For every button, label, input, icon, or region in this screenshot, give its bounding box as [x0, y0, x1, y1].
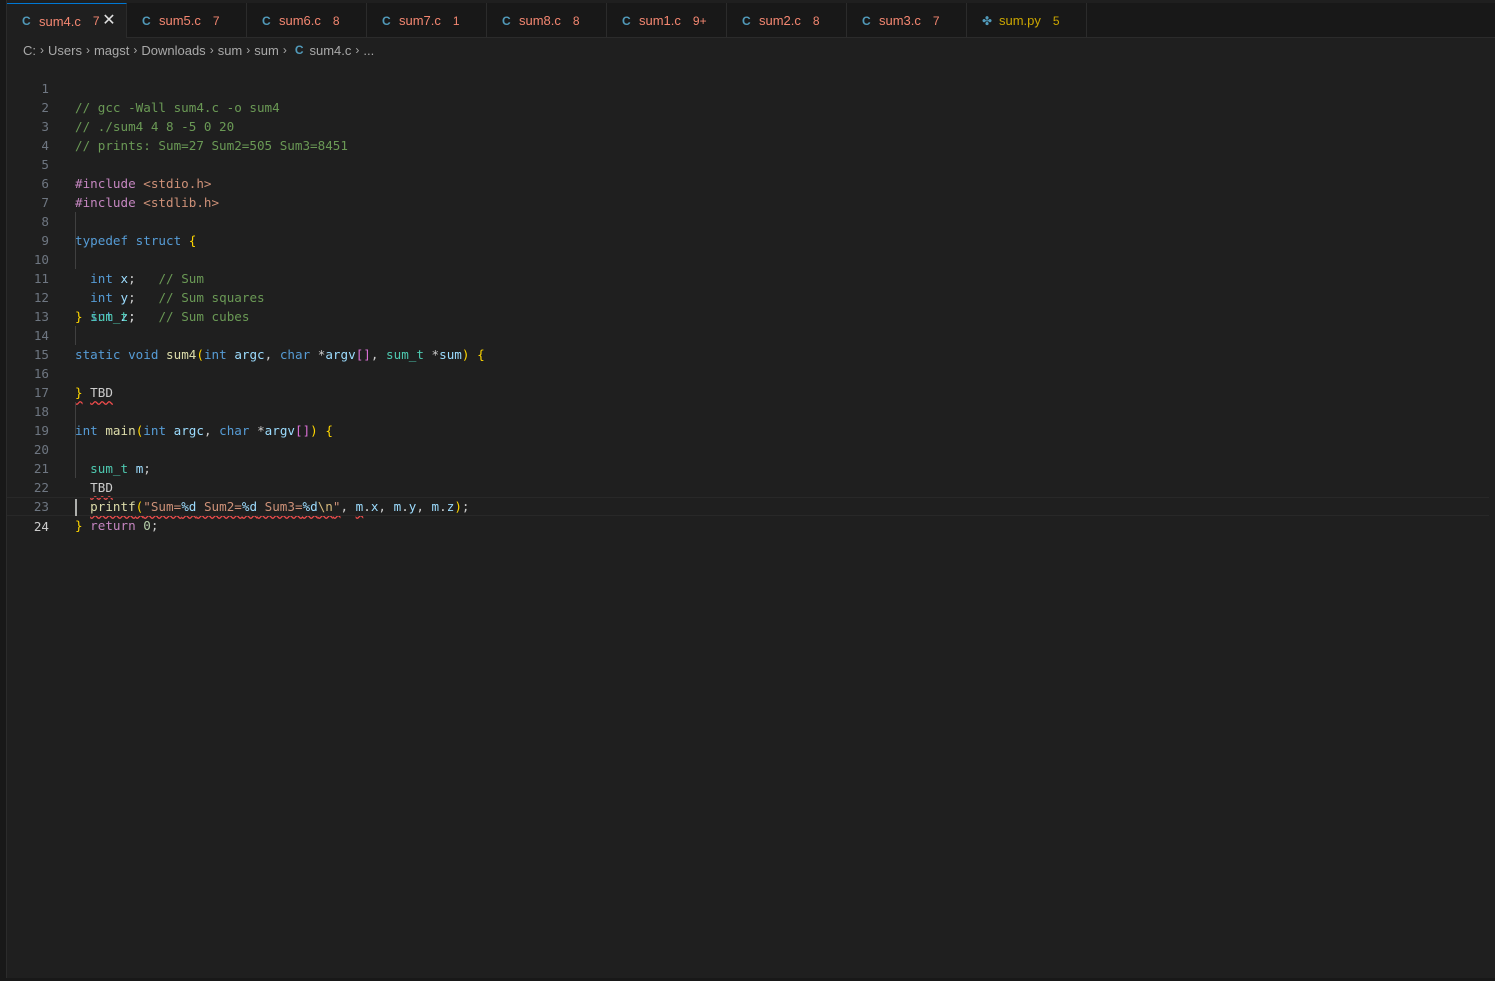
code-line-20: 20 TBD	[7, 421, 1489, 495]
code-line-9: 9 int x; // Sum	[7, 212, 1489, 286]
python-icon: ✤	[982, 13, 993, 28]
indent-guide	[75, 326, 76, 345]
brace: }	[75, 518, 83, 533]
breadcrumb-sum[interactable]: sum	[218, 43, 243, 58]
editor-tab-bar: C sum4.c 7 ✕ C sum5.c 7 C sum6.c 8 C sum…	[7, 3, 1495, 38]
indent-guide	[75, 402, 76, 421]
chevron-right-icon: ›	[246, 43, 251, 57]
code-line-11: 11 int z; // Sum cubes	[7, 250, 1489, 324]
tab-sum1-c[interactable]: C sum1.c 9+	[607, 3, 727, 38]
indent-guide	[75, 440, 76, 459]
breadcrumb-drive[interactable]: C:	[23, 43, 36, 58]
code-line-2: 2 // ./sum4 4 8 -5 0 20	[7, 79, 1489, 134]
problem-count: 7	[92, 14, 100, 28]
tab-sum3-c[interactable]: C sum3.c 7	[847, 3, 967, 38]
code-line-1: 1 // gcc -Wall sum4.c -o sum4	[7, 60, 1489, 115]
breadcrumb-magst[interactable]: magst	[94, 43, 129, 58]
code-line-10: 10 int y; // Sum squares	[7, 231, 1489, 305]
chevron-right-icon: ›	[355, 43, 360, 57]
code-line-7: 7	[7, 174, 1489, 210]
c-file-icon: C	[742, 13, 751, 28]
indent-guide	[75, 459, 76, 478]
close-icon[interactable]: ✕	[100, 12, 118, 30]
vscode-window: C sum4.c 7 ✕ C sum5.c 7 C sum6.c 8 C sum…	[0, 0, 1495, 981]
code-line-24-current: 24	[7, 497, 1489, 534]
code-line-21: 21 printf("Sum=%d Sum2=%d Sum3=%d\n", m.…	[7, 440, 1489, 514]
code-editor[interactable]: 1 // gcc -Wall sum4.c -o sum4 2 // ./sum…	[7, 60, 1489, 980]
tab-label: sum.py	[999, 13, 1041, 28]
tab-sum4-c[interactable]: C sum4.c 7 ✕	[7, 3, 127, 38]
chevron-right-icon: ›	[85, 43, 90, 57]
c-file-icon: C	[382, 13, 391, 28]
c-file-icon: C	[502, 13, 511, 28]
code-line-23: 23 }	[7, 478, 1489, 533]
breadcrumb-sum-sub[interactable]: sum	[254, 43, 279, 58]
c-file-icon: C	[142, 13, 151, 28]
c-file-icon: C	[622, 13, 631, 28]
breadcrumb-more[interactable]: ...	[363, 43, 374, 58]
breadcrumb-users[interactable]: Users	[48, 43, 82, 58]
code-line-17: 17	[7, 364, 1489, 400]
tab-sum5-c[interactable]: C sum5.c 7	[127, 3, 247, 38]
problem-count: 1	[452, 13, 460, 28]
problem-count: 9+	[692, 13, 707, 28]
c-file-icon: C	[22, 14, 31, 28]
problem-count: 8	[812, 13, 820, 28]
number: 0	[143, 518, 151, 533]
code-line-6: 6 #include <stdlib.h>	[7, 155, 1489, 210]
tab-label: sum2.c	[759, 13, 801, 28]
chevron-right-icon: ›	[209, 43, 214, 57]
tab-sum6-c[interactable]: C sum6.c 8	[247, 3, 367, 38]
tab-sum2-c[interactable]: C sum2.c 8	[727, 3, 847, 38]
tab-label: sum1.c	[639, 13, 681, 28]
chevron-right-icon: ›	[282, 43, 287, 57]
tab-label: sum3.c	[879, 13, 921, 28]
tab-sum8-c[interactable]: C sum8.c 8	[487, 3, 607, 38]
tab-label: sum8.c	[519, 13, 561, 28]
tab-label: sum4.c	[39, 13, 81, 29]
code-line-12: 12 } sum_t;	[7, 269, 1489, 324]
code-line-5: 5 #include <stdio.h>	[7, 136, 1489, 191]
indent-guide	[75, 212, 76, 231]
breadcrumb: C: › Users › magst › Downloads › sum › s…	[23, 40, 374, 60]
tab-sum-py[interactable]: ✤ sum.py 5	[967, 3, 1087, 38]
problem-count: 8	[572, 13, 580, 28]
code-line-16: 16 }	[7, 345, 1489, 400]
code-line-18: 18 int main(int argc, char *argv[]) {	[7, 383, 1489, 438]
code-line-8: 8 typedef struct {	[7, 193, 1489, 248]
code-line-15: 15 TBD	[7, 326, 1489, 400]
c-file-icon: C	[862, 13, 871, 28]
code-line-13: 13	[7, 288, 1489, 324]
tab-sum7-c[interactable]: C sum7.c 1	[367, 3, 487, 38]
code-line-19: 19 sum_t m;	[7, 402, 1489, 476]
indent-guide	[75, 250, 76, 269]
text-cursor	[75, 499, 77, 516]
line-number: 24	[33, 519, 49, 534]
problem-count: 8	[332, 13, 340, 28]
tab-label: sum7.c	[399, 13, 441, 28]
indent-guide	[75, 231, 76, 250]
c-file-icon: C	[262, 13, 271, 28]
activity-edge	[0, 0, 7, 981]
chevron-right-icon: ›	[133, 43, 138, 57]
problem-count: 7	[932, 13, 940, 28]
breadcrumb-downloads[interactable]: Downloads	[141, 43, 205, 58]
punct: ;	[150, 518, 159, 533]
problem-count: 7	[212, 13, 220, 28]
code-line-4: 4	[7, 117, 1489, 153]
c-file-icon: C	[294, 43, 304, 57]
keyword: return	[90, 518, 136, 533]
tab-label: sum5.c	[159, 13, 201, 28]
code-line-22: 22 return 0;	[7, 459, 1489, 533]
code-line-3: 3 // prints: Sum=27 Sum2=505 Sum3=8451	[7, 98, 1489, 153]
problem-count: 5	[1052, 13, 1060, 28]
code-line-14: 14 static void sum4(int argc, char *argv…	[7, 307, 1489, 362]
chevron-right-icon: ›	[40, 43, 44, 57]
indent-guide	[75, 421, 76, 440]
breadcrumb-file[interactable]: sum4.c	[309, 43, 351, 58]
tab-label: sum6.c	[279, 13, 321, 28]
